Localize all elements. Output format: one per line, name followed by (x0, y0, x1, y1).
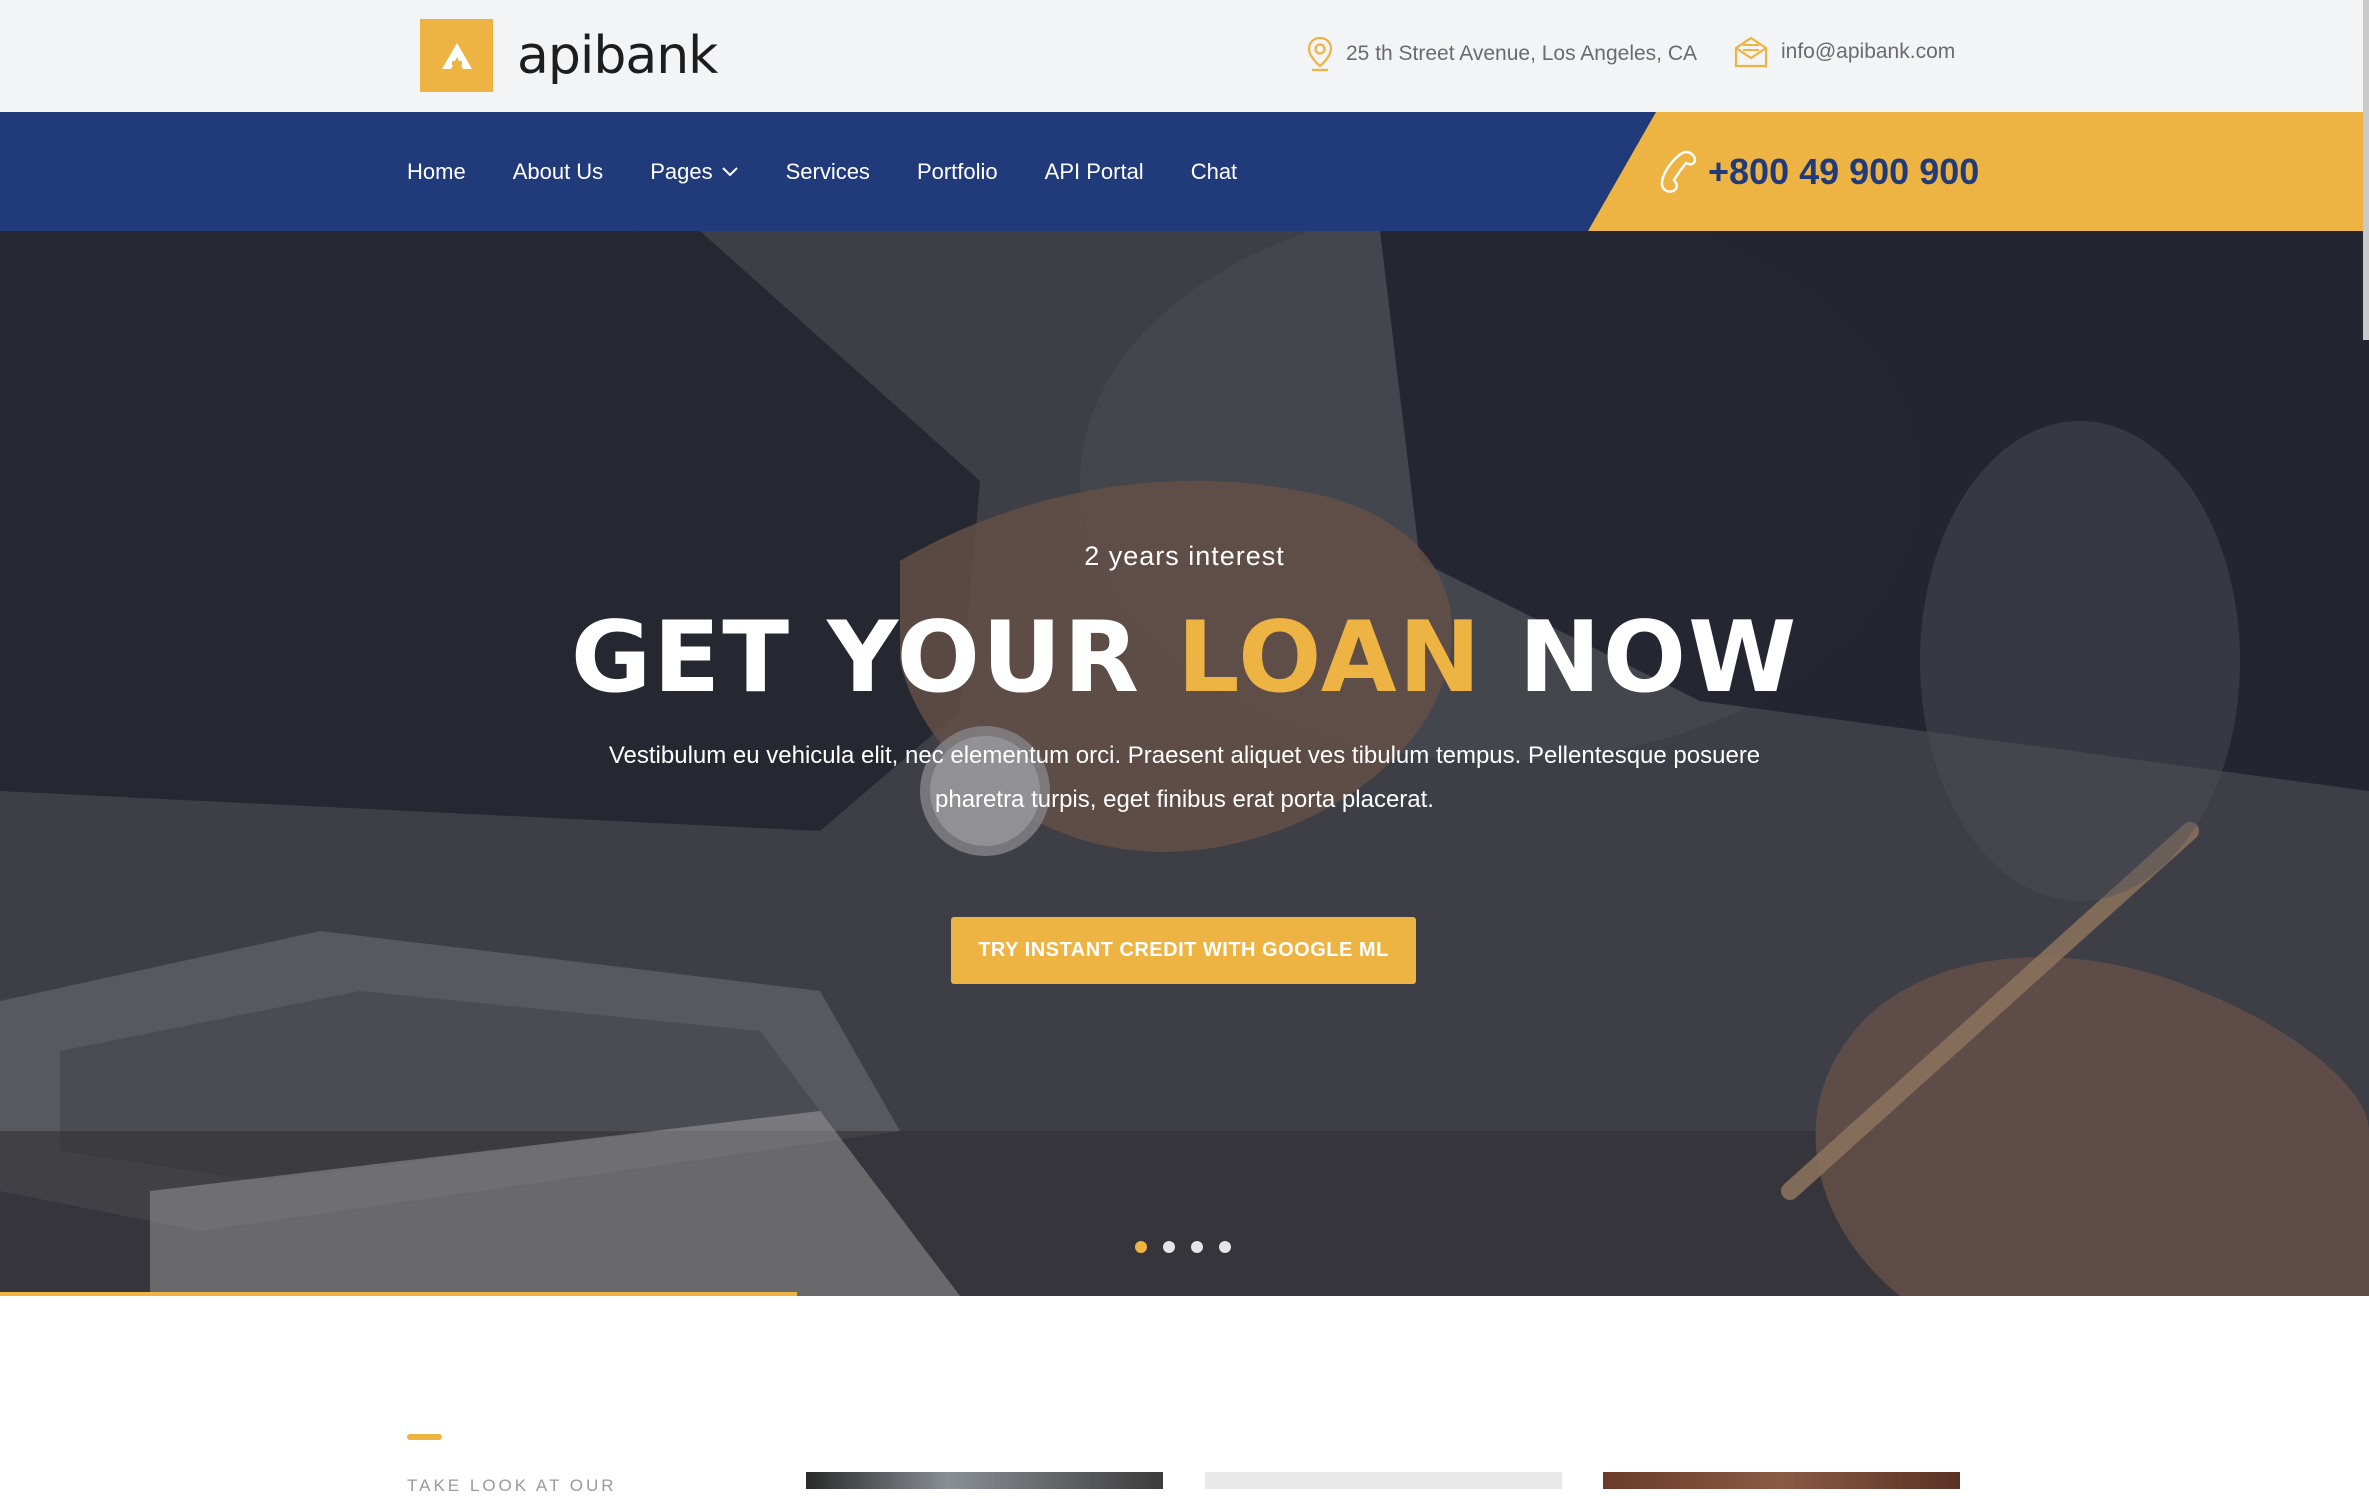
brand-name: apibank (517, 25, 718, 86)
instant-credit-button[interactable]: TRY INSTANT CREDIT WITH GOOGLE ML (951, 917, 1416, 984)
nav-item-portfolio[interactable]: Portfolio (917, 159, 998, 185)
slider-dot-4[interactable] (1219, 1241, 1231, 1253)
nav-item-label: Pages (650, 158, 713, 184)
nav-item-label: API Portal (1044, 158, 1144, 184)
phone-number: +800 49 900 900 (1708, 150, 1980, 192)
nav-menu: Home About Us Pages Services Portfolio A… (407, 112, 1284, 231)
contact-address: 25 th Street Avenue, Los Angeles, CA (1306, 36, 1697, 72)
envelope-icon (1733, 36, 1769, 68)
top-bar: apibank 25 th Street Avenue, Los Angeles… (0, 0, 2369, 112)
brand-logo[interactable]: apibank (420, 19, 718, 92)
nav-item-chat[interactable]: Chat (1191, 159, 1237, 185)
hero-description: Vestibulum eu vehicula elit, nec element… (608, 742, 1761, 813)
nav-item-label: Services (785, 158, 870, 184)
nav-item-label: Chat (1190, 158, 1238, 184)
section-accent-line (407, 1434, 442, 1440)
slider-dots (1135, 1241, 1247, 1253)
slider-dot-2[interactable] (1163, 1241, 1175, 1253)
section-label: TAKE LOOK AT OUR (407, 1476, 617, 1495)
hero-subtitle: 2 years interest (1084, 541, 1285, 571)
chevron-down-icon (721, 166, 739, 178)
address-text: 25 th Street Avenue, Los Angeles, CA (1346, 42, 1698, 65)
nav-item-label: Portfolio (916, 158, 998, 184)
service-card-image[interactable] (1205, 1472, 1562, 1489)
page-scrollbar[interactable] (2363, 0, 2369, 340)
hero-title: GET YOUR LOAN NOW (0, 601, 2369, 715)
email-text: info@apibank.com (1781, 40, 1956, 63)
service-card-image[interactable] (806, 1472, 1163, 1489)
slider-dot-1[interactable] (1135, 1241, 1147, 1253)
contact-email[interactable]: info@apibank.com (1733, 36, 1955, 68)
nav-item-label: About Us (512, 158, 604, 184)
service-card-image[interactable] (1603, 1472, 1960, 1489)
map-pin-icon (1306, 36, 1334, 72)
slider-dot-3[interactable] (1191, 1241, 1203, 1253)
nav-item-about-us[interactable]: About Us (513, 159, 604, 185)
slider-progress-bar (0, 1292, 797, 1296)
main-nav: Home About Us Pages Services Portfolio A… (0, 112, 2369, 231)
logo-a-icon (441, 42, 472, 69)
hero-title-accent: LOAN (1177, 601, 1483, 715)
nav-item-home[interactable]: Home (407, 159, 466, 185)
hero-title-part2: NOW (1482, 601, 1799, 715)
logo-mark (420, 19, 493, 92)
hero-title-part1: GET YOUR (570, 601, 1178, 715)
hero-slider: 2 years interest GET YOUR LOAN NOW Vesti… (0, 231, 2369, 1296)
nav-item-pages[interactable]: Pages (650, 159, 738, 185)
phone-icon (1658, 149, 1698, 195)
phone-contact[interactable]: +800 49 900 900 (1658, 112, 1979, 231)
nav-item-services[interactable]: Services (786, 159, 870, 185)
nav-item-api-portal[interactable]: API Portal (1045, 159, 1144, 185)
nav-item-label: Home (407, 158, 466, 184)
